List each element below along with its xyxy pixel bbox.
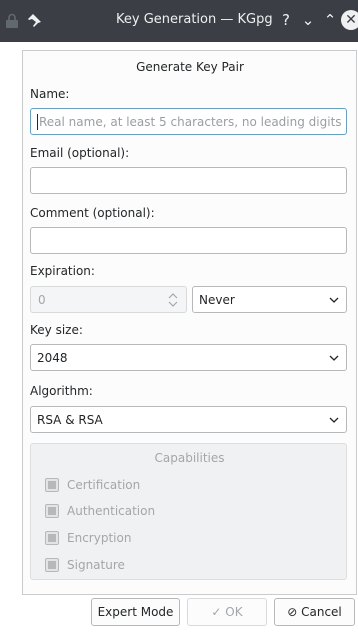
key-size-select[interactable]: 2048 [30,344,347,371]
checkbox-icon [45,531,59,545]
lock-icon [6,13,18,28]
capabilities-group: Capabilities Certification Authenticatio… [30,443,347,580]
capability-label: Encryption [67,531,132,545]
comment-field[interactable] [30,227,347,254]
comment-label: Comment (optional): [30,206,155,220]
expiration-label: Expiration: [30,264,95,278]
section-title: Generate Key Pair [136,60,244,74]
key-size-label: Key size: [30,323,83,337]
minimize-icon[interactable]: ⌄ [298,10,318,30]
window-title: Key Generation — KGpg [116,12,273,27]
chevron-down-icon [329,355,339,361]
checkbox-icon [45,504,59,518]
capability-label: Certification [67,478,141,492]
maximize-icon[interactable]: ⌃ [320,10,340,30]
email-field[interactable] [30,167,347,194]
cancel-button[interactable]: ⊘ Cancel [274,598,355,626]
help-icon[interactable]: ? [276,10,296,30]
capability-label: Signature [67,558,125,572]
key-size-value: 2048 [37,351,68,365]
chevron-down-icon [329,417,339,423]
expiration-unit-value: Never [199,293,235,307]
expert-mode-button[interactable]: Expert Mode [91,598,180,626]
algorithm-value: RSA & RSA [37,413,103,427]
close-icon[interactable]: ✕ [341,10,358,30]
title-bar: Key Generation — KGpg ? ⌄ ⌃ ✕ [0,0,358,42]
pin-icon[interactable] [27,12,43,28]
name-label: Name: [30,87,70,101]
capabilities-title: Capabilities [154,451,225,465]
name-field[interactable]: Real name, at least 5 characters, no lea… [30,108,347,135]
expiration-unit-select[interactable]: Never [192,286,347,313]
email-label: Email (optional): [30,146,130,160]
chevron-down-icon [329,297,339,303]
checkbox-icon [45,558,59,572]
algorithm-label: Algorithm: [30,384,93,398]
checkbox-icon [45,478,59,492]
algorithm-select[interactable]: RSA & RSA [30,406,347,433]
expiration-value: 0 [38,293,46,307]
expiration-spinbox: 0 [30,286,187,313]
spin-arrows-icon [168,293,178,307]
name-placeholder: Real name, at least 5 characters, no lea… [39,115,342,129]
text-cursor [37,114,38,130]
ok-button[interactable]: ✓ OK [187,598,267,626]
capability-label: Authentication [67,504,156,518]
